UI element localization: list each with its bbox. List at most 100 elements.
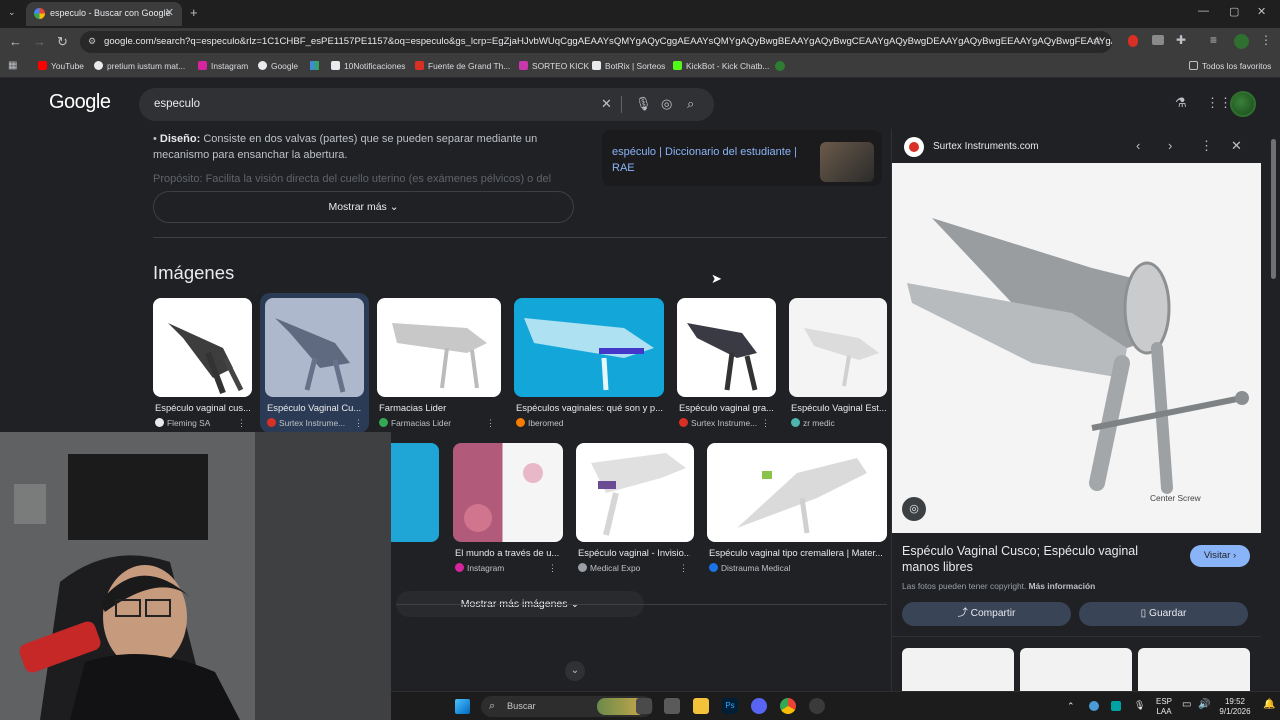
minimize-icon[interactable]: — — [1198, 5, 1209, 17]
related-image[interactable] — [902, 648, 1014, 692]
tab-search-icon[interactable]: ⌄ — [8, 7, 16, 18]
extension-icon[interactable] — [1152, 35, 1164, 45]
lens-search-icon[interactable]: ◎ — [902, 497, 926, 521]
image-result[interactable]: Espéculo vaginal gra... Surtex Instrume.… — [677, 298, 776, 430]
image-thumbnail[interactable] — [377, 298, 501, 397]
image-caption[interactable]: Espéculo vaginal gra... — [679, 402, 776, 413]
network-icon[interactable]: ▭ — [1182, 700, 1191, 710]
visit-button[interactable]: Visitar › — [1190, 545, 1250, 567]
clock[interactable]: 19:52 9/1/2026 — [1215, 697, 1255, 717]
more-info-link[interactable]: Más información — [1029, 581, 1096, 591]
more-options-icon[interactable]: ⋮ — [354, 418, 363, 429]
next-icon[interactable]: › — [1168, 138, 1172, 153]
panel-title[interactable]: Espéculo Vaginal Cusco; Espéculo vaginal… — [902, 543, 1162, 575]
image-thumbnail[interactable] — [391, 443, 439, 542]
photoshop-icon[interactable]: Ps — [722, 698, 738, 714]
tray-icon[interactable] — [1111, 701, 1121, 711]
image-result[interactable]: Espéculos vaginales: qué son y p... Iber… — [514, 298, 664, 430]
image-source[interactable]: Distrauma Medical — [709, 563, 790, 573]
image-caption[interactable]: Espéculo vaginal cus... — [155, 402, 252, 413]
more-options-icon[interactable]: ⋮ — [548, 563, 557, 574]
search-query[interactable]: especulo — [154, 98, 200, 110]
reading-list-icon[interactable]: ≡ — [1210, 33, 1217, 47]
image-source[interactable]: Surtex Instrume... — [267, 418, 345, 428]
bookmark-fuente[interactable]: Fuente de Grand Th... — [415, 61, 510, 71]
extension-icon[interactable] — [1128, 35, 1138, 47]
image-thumbnail[interactable] — [707, 443, 887, 542]
search-box[interactable]: especulo ✕ 🎙 ◎ ⌕ — [139, 88, 714, 121]
app-icon[interactable] — [664, 698, 680, 714]
bookmark-star-icon[interactable]: ☆ — [1092, 34, 1103, 48]
show-more-button[interactable]: Mostrar más ⌄ — [153, 191, 574, 223]
image-result[interactable]: Espéculo vaginal cus... Fleming SA ⋮ — [153, 298, 252, 430]
google-logo[interactable]: Google — [49, 91, 111, 114]
image-caption[interactable]: Espéculos vaginales: qué son y p... — [516, 402, 664, 413]
related-image[interactable] — [1138, 648, 1250, 692]
previous-icon[interactable]: ‹ — [1136, 138, 1140, 153]
image-thumbnail[interactable] — [453, 443, 563, 542]
image-caption[interactable]: Espéculo vaginal - Invisio... — [578, 547, 690, 558]
back-icon[interactable]: ← — [9, 34, 22, 49]
image-caption[interactable]: Espéculo vaginal tipo cremallera | Mater… — [709, 547, 887, 558]
image-result[interactable]: Farmacias Lider Farmacias Lider ⋮ — [377, 298, 501, 430]
image-thumbnail[interactable] — [514, 298, 664, 397]
image-source[interactable]: Instagram — [455, 563, 504, 573]
image-result-selected[interactable]: Espéculo Vaginal Cu... Surtex Instrume..… — [260, 293, 369, 433]
image-caption[interactable]: Farmacias Lider — [379, 402, 497, 413]
tray-chevron-icon[interactable]: ⌃ — [1067, 701, 1075, 711]
tab-google[interactable]: especulo - Buscar con Google ✕ — [26, 2, 182, 26]
image-caption[interactable]: Espéculo Vaginal Est... — [791, 402, 887, 413]
bookmark-pretium[interactable]: pretium iustum mat... — [94, 61, 185, 71]
app-icon[interactable] — [809, 698, 825, 714]
chrome-icon[interactable] — [780, 698, 796, 714]
image-source[interactable]: Fleming SA — [155, 418, 210, 428]
image-result[interactable]: Espéculo vaginal tipo cremallera | Mater… — [707, 443, 887, 575]
language-indicator[interactable]: ESP LAA — [1152, 697, 1176, 717]
site-info-icon[interactable]: ⚙ — [88, 36, 96, 47]
scrollbar-thumb[interactable] — [1271, 139, 1276, 279]
image-source[interactable]: Farmacias Lider — [379, 418, 451, 428]
apps-grid-icon[interactable]: ⋮⋮ — [1206, 95, 1232, 111]
more-options-icon[interactable]: ⋮ — [237, 418, 246, 429]
bookmark-botrix[interactable]: BotRix | Sorteos — [592, 61, 665, 71]
reload-icon[interactable]: ↻ — [57, 34, 68, 50]
more-options-icon[interactable]: ⋮ — [761, 418, 770, 429]
bookmark-google[interactable]: Google — [258, 61, 298, 71]
tab-close-icon[interactable]: ✕ — [165, 6, 174, 19]
tray-icon[interactable] — [1089, 701, 1099, 711]
volume-icon[interactable]: 🔊 — [1198, 700, 1210, 710]
scroll-down-chevron-icon[interactable]: ⌄ — [565, 661, 585, 681]
clear-icon[interactable]: ✕ — [601, 96, 612, 112]
close-window-icon[interactable]: ✕ — [1257, 5, 1266, 18]
search-icon[interactable]: ⌕ — [687, 96, 694, 112]
preview-image[interactable]: Center Screw — [892, 163, 1261, 533]
image-thumbnail[interactable] — [153, 298, 252, 397]
image-source[interactable]: Medical Expo — [578, 563, 640, 573]
save-button[interactable]: ▯ Guardar — [1079, 602, 1248, 626]
bookmark-folder-all[interactable]: Todos los favoritos — [1189, 61, 1271, 71]
apps-grid-icon[interactable]: ▦ — [8, 60, 17, 71]
bookmark-notificaciones[interactable]: 10Notificaciones — [331, 61, 405, 71]
page-scrollbar[interactable] — [1268, 79, 1280, 691]
more-options-icon[interactable]: ⋮ — [486, 418, 495, 429]
image-caption[interactable]: Espéculo Vaginal Cu... — [267, 402, 365, 413]
image-thumbnail[interactable] — [576, 443, 694, 542]
profile-avatar[interactable] — [1234, 34, 1249, 49]
file-explorer-icon[interactable] — [693, 698, 709, 714]
menu-kebab-icon[interactable]: ⋮ — [1260, 33, 1272, 47]
address-bar[interactable]: ⚙ google.com/search?q=especulo&rlz=1C1CH… — [80, 31, 1112, 53]
image-source[interactable]: zr medic — [791, 418, 835, 428]
bookmark-kickbot[interactable]: KickBot - Kick Chatb... — [673, 61, 769, 71]
dictionary-card[interactable]: espéculo | Diccionario del estudiante | … — [602, 130, 882, 186]
image-thumbnail[interactable] — [789, 298, 887, 397]
task-view-icon[interactable] — [636, 698, 652, 714]
extensions-puzzle-icon[interactable]: ✚ — [1176, 33, 1186, 47]
bookmark-icon[interactable] — [310, 61, 319, 70]
more-options-icon[interactable]: ⋮ — [1200, 138, 1213, 154]
windows-start-icon[interactable] — [455, 699, 470, 714]
image-thumbnail[interactable] — [677, 298, 776, 397]
panel-site-name[interactable]: Surtex Instruments.com — [933, 141, 1039, 152]
notifications-icon[interactable]: 🔔 — [1263, 700, 1275, 710]
more-options-icon[interactable]: ⋮ — [679, 563, 688, 574]
image-source[interactable]: Iberomed — [516, 418, 563, 428]
